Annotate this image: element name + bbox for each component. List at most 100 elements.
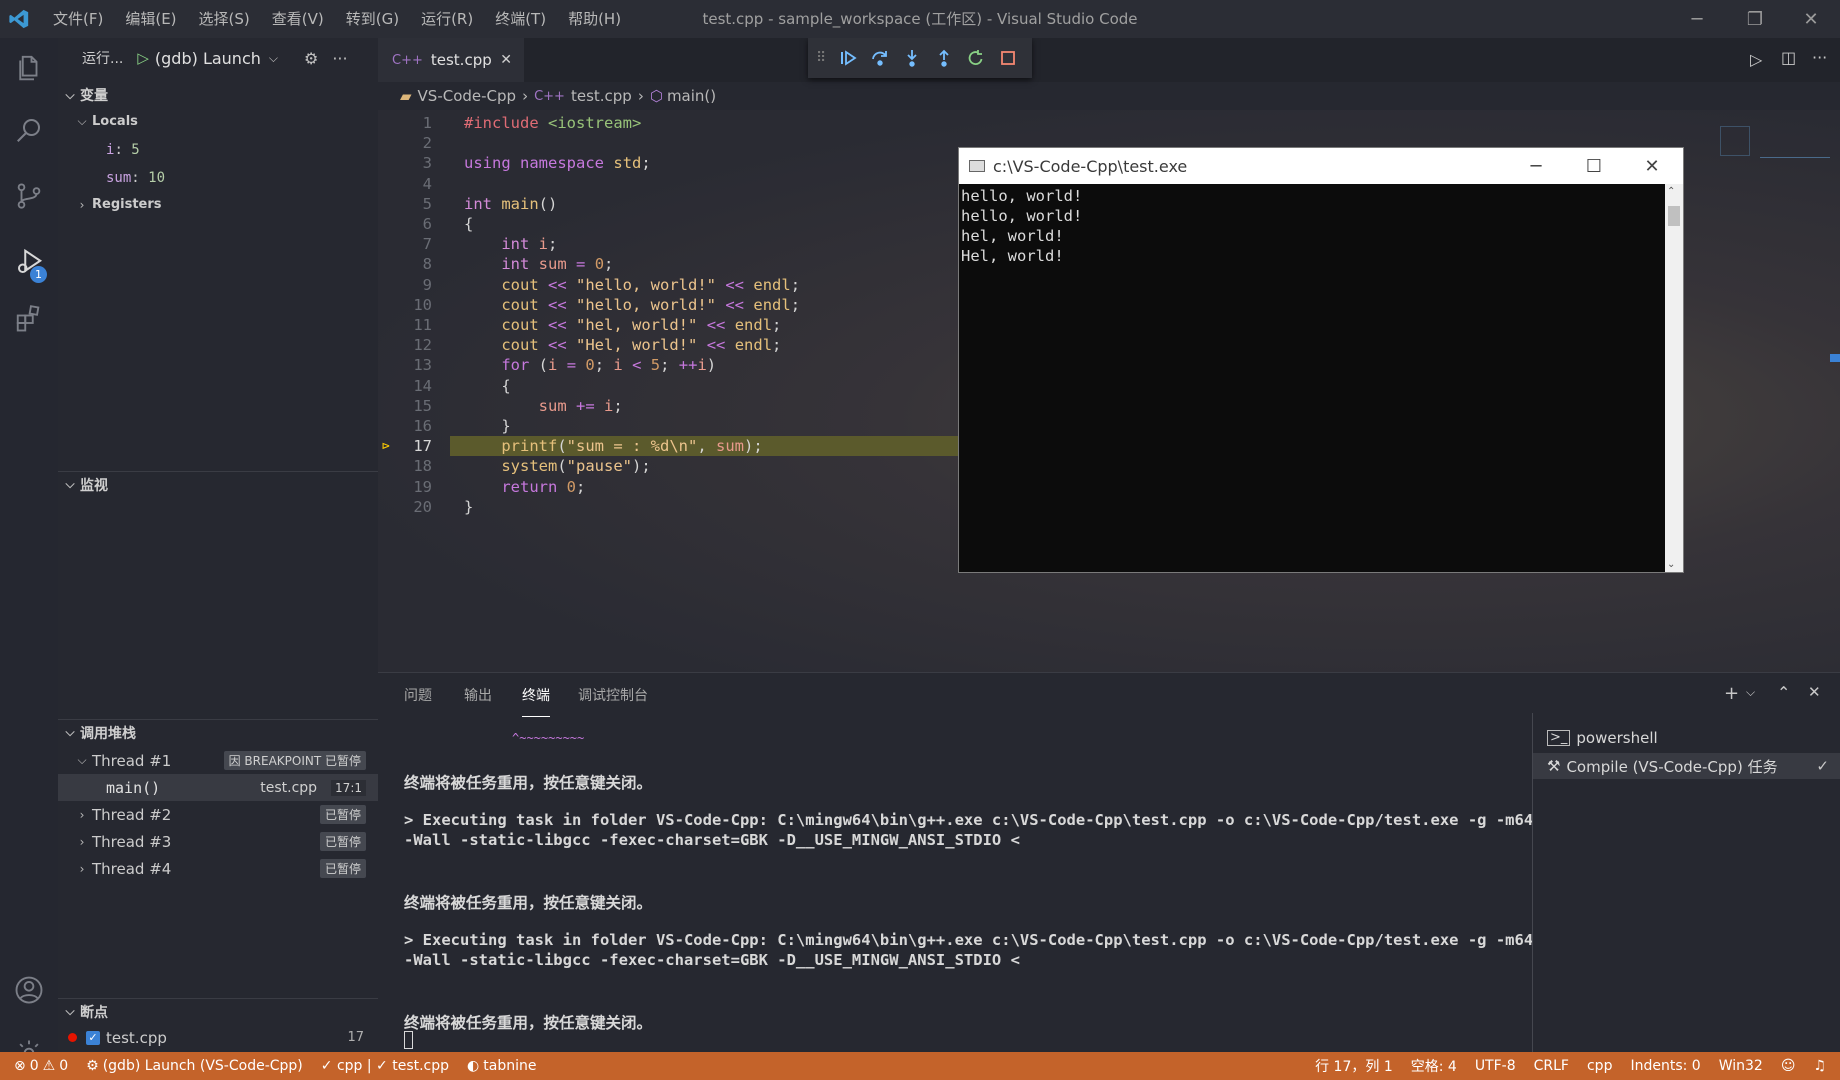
stack-frame-row[interactable]: main() test.cpp 17:1 — [58, 774, 378, 801]
extensions-icon[interactable] — [0, 288, 58, 348]
minimap[interactable] — [1710, 114, 1840, 364]
start-debug-icon[interactable]: ▷ — [137, 49, 149, 67]
notifications-icon[interactable]: ♫ — [1804, 1058, 1840, 1074]
cursor-position[interactable]: 行 17，列 1 — [1306, 1056, 1402, 1076]
step-over-icon[interactable] — [870, 48, 890, 68]
close-window-button[interactable]: ✕ — [1782, 0, 1840, 38]
indents-status[interactable]: Indents: 0 — [1621, 1058, 1709, 1074]
console-maximize-button[interactable]: ☐ — [1565, 148, 1623, 184]
console-close-button[interactable]: ✕ — [1623, 148, 1681, 184]
problems-status[interactable]: ⊗ 0 ⚠ 0 — [0, 1058, 77, 1074]
more-actions-icon[interactable]: ··· — [332, 49, 347, 68]
menu-item[interactable]: 文件(F) — [42, 0, 114, 38]
menu-item[interactable]: 终端(T) — [484, 0, 557, 38]
new-terminal-icon[interactable]: + — [1724, 683, 1739, 704]
tab-debug-console[interactable]: 调试控制台 — [578, 673, 648, 717]
code-line[interactable]: 1 #include <iostream> — [378, 113, 1840, 133]
restart-icon[interactable] — [966, 48, 986, 68]
terminal-item-compile[interactable]: ⚒ Compile (VS-Code-Cpp) 任务 ✓ — [1533, 753, 1840, 779]
menu-item[interactable]: 帮助(H) — [557, 0, 632, 38]
tab-output[interactable]: 输出 — [464, 673, 492, 717]
chevron-down-icon[interactable]: ⌵ — [269, 51, 278, 66]
thread-row[interactable]: › Thread #4 已暂停 — [58, 855, 378, 882]
close-panel-icon[interactable]: ✕ — [1808, 683, 1821, 701]
chevron-down-icon[interactable]: ⌵ — [1746, 685, 1755, 700]
menu-item[interactable]: 转到(G) — [335, 0, 410, 38]
breadcrumb-folder[interactable]: VS-Code-Cpp — [418, 87, 517, 105]
thread-row[interactable]: ⌵ Thread #1 因 BREAKPOINT 已暂停 — [58, 747, 378, 774]
tools-icon: ⚒ — [1547, 757, 1561, 775]
breakpoints-section-header[interactable]: ⌵ 断点 — [58, 998, 378, 1024]
platform-status[interactable]: Win32 — [1710, 1058, 1772, 1074]
account-icon[interactable] — [0, 960, 58, 1020]
menu-item[interactable]: 编辑(E) — [114, 0, 187, 38]
variable-sum[interactable]: sum: 10 — [58, 164, 378, 191]
restore-button[interactable]: ❐ — [1726, 0, 1784, 38]
variables-section-header[interactable]: ⌵ 变量 — [58, 82, 378, 108]
frame-file: test.cpp — [260, 779, 318, 796]
breakpoint-enabled-checkbox[interactable]: ✓ — [86, 1030, 100, 1045]
tabnine-label: tabnine — [483, 1058, 537, 1074]
console-output: hello, world! hello, world! hel, world! … — [959, 184, 1663, 572]
console-scrollbar[interactable]: ⌃ ⌄ — [1665, 184, 1683, 572]
continue-icon[interactable] — [838, 48, 858, 68]
open-launch-json-icon[interactable]: ⚙ — [304, 49, 318, 68]
step-out-icon[interactable] — [934, 48, 954, 68]
scroll-thumb[interactable] — [1668, 206, 1680, 226]
eol-status[interactable]: CRLF — [1525, 1058, 1578, 1074]
debug-badge: 1 — [30, 266, 47, 283]
callstack-section-header[interactable]: ⌵ 调用堆栈 — [58, 719, 378, 745]
menu-item[interactable]: 运行(R) — [410, 0, 484, 38]
drag-handle-icon[interactable]: ⠿ — [816, 50, 826, 66]
tab-terminal[interactable]: 终端 — [522, 673, 550, 717]
watch-section-header[interactable]: ⌵ 监视 — [58, 471, 378, 497]
run-file-icon[interactable]: ▷ — [1750, 50, 1762, 69]
thread-row[interactable]: › Thread #2 已暂停 — [58, 801, 378, 828]
terminal-item-powershell[interactable]: >_ powershell — [1533, 725, 1840, 751]
run-debug-icon[interactable]: 1 — [0, 232, 58, 292]
thread-row[interactable]: › Thread #3 已暂停 — [58, 828, 378, 855]
step-into-icon[interactable] — [902, 48, 922, 68]
search-icon[interactable] — [0, 100, 58, 160]
chevron-down-icon[interactable]: ⌄ — [1667, 559, 1675, 570]
tab-test-cpp[interactable]: C++ test.cpp ✕ — [378, 38, 524, 82]
current-frame-icon[interactable]: ⊳ — [382, 439, 390, 454]
locals-scope[interactable]: ⌵ Locals — [58, 108, 378, 135]
language-status[interactable]: cpp — [1578, 1058, 1621, 1074]
tab-problems[interactable]: 问题 — [404, 673, 432, 717]
explorer-icon[interactable] — [0, 38, 58, 98]
encoding-status[interactable]: UTF-8 — [1466, 1058, 1525, 1074]
debug-status[interactable]: ⚙ (gdb) Launch (VS-Code-Cpp) — [77, 1058, 312, 1074]
tabnine-status[interactable]: ◐ tabnine — [458, 1058, 545, 1074]
source-control-icon[interactable] — [0, 166, 58, 226]
line-number: 11 — [413, 316, 432, 335]
menu-item[interactable]: 选择(S) — [188, 0, 261, 38]
menu-item[interactable]: 查看(V) — [261, 0, 335, 38]
feedback-icon[interactable]: ☺ — [1772, 1058, 1805, 1074]
cpp-file-icon: C++ — [392, 52, 423, 68]
chevron-down-icon: ⌵ — [65, 477, 75, 491]
console-app-icon — [969, 160, 985, 172]
minimize-button[interactable]: ─ — [1668, 0, 1726, 38]
console-window[interactable]: c:\VS-Code-Cpp\test.exe ─ ☐ ✕ hello, wor… — [958, 147, 1684, 573]
console-line: Hel, world! — [961, 247, 1064, 265]
lang-check-status[interactable]: ✓ cpp | ✓ test.cpp — [312, 1058, 458, 1074]
console-minimize-button[interactable]: ─ — [1507, 148, 1565, 184]
split-editor-icon[interactable]: ◫ — [1781, 48, 1796, 67]
stop-icon[interactable] — [998, 48, 1018, 68]
run-toolbar: 运行... ▷ (gdb) Launch ⌵ ⚙ ··· — [58, 40, 378, 76]
breakpoint-file: test.cpp — [106, 1028, 167, 1047]
close-tab-icon[interactable]: ✕ — [500, 52, 512, 68]
indent-status[interactable]: 空格: 4 — [1402, 1056, 1466, 1076]
variable-i[interactable]: i: 5 — [58, 136, 378, 163]
breadcrumb-symbol[interactable]: main() — [667, 87, 716, 105]
breakpoint-row[interactable]: ✓ test.cpp 17 — [58, 1024, 378, 1051]
editor-tabs: C++ test.cpp ✕ ⠿ ▷ ◫ ··· — [378, 38, 1840, 82]
launch-config-select[interactable]: (gdb) Launch — [155, 49, 261, 68]
chevron-up-icon[interactable]: ⌃ — [1667, 186, 1675, 197]
breadcrumb-file[interactable]: test.cpp — [571, 87, 632, 105]
maximize-panel-icon[interactable]: ⌃ — [1777, 683, 1790, 702]
variable-name: sum — [106, 169, 132, 186]
registers-scope[interactable]: › Registers — [58, 191, 378, 218]
editor-more-icon[interactable]: ··· — [1812, 48, 1827, 67]
